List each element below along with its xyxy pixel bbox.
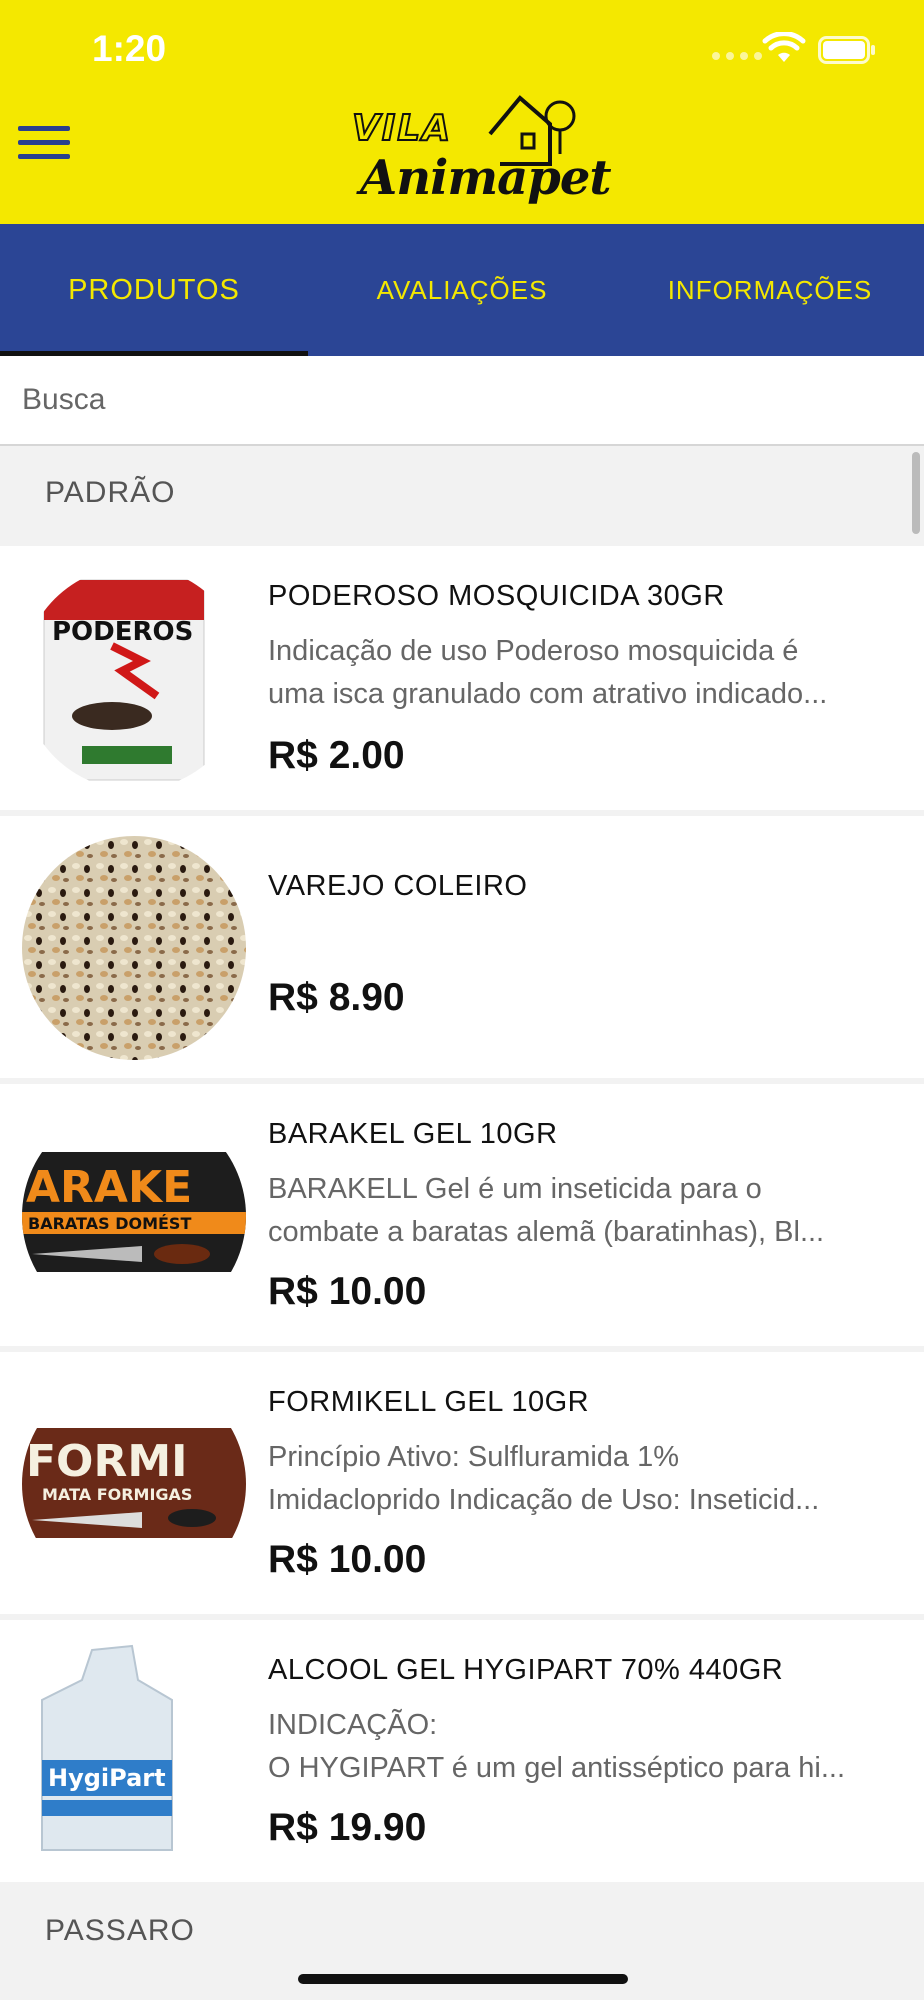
product-title: VAREJO COLEIRO [268, 870, 528, 902]
product-title: ALCOOL GEL HYGIPART 70% 440GR [268, 1654, 784, 1686]
signal-icon [712, 52, 762, 60]
section-title: PASSARO [45, 1914, 195, 1947]
battery-icon [818, 36, 875, 64]
home-indicator[interactable] [298, 1974, 628, 1984]
menu-icon[interactable] [18, 126, 70, 166]
svg-text:PODEROS: PODEROS [52, 617, 193, 647]
wifi-icon [762, 32, 806, 62]
bird-seed-icon [22, 836, 246, 1060]
product-price: R$ 19.90 [268, 1806, 427, 1849]
search-bar [0, 356, 924, 447]
product-price: R$ 10.00 [268, 1270, 427, 1313]
product-price: R$ 2.00 [268, 734, 405, 777]
status-bar: 1:20 [0, 0, 924, 100]
product-description: INDICAÇÃO: O HYGIPART é um gel antissépt… [268, 1709, 846, 1784]
svg-text:MATA FORMIGAS: MATA FORMIGAS [42, 1485, 192, 1504]
logo-line1: VILA [351, 107, 453, 150]
product-item[interactable]: HygiPart ALCOOL GEL HYGIPART 70% 440GR I… [0, 1620, 924, 1882]
product-description: BARAKELL Gel é um inseticida para o comb… [268, 1173, 825, 1248]
product-item[interactable]: PODEROS PODEROSO MOSQUICIDA 30GR Indicaç… [0, 546, 924, 810]
section-header-padrao: PADRÃO [0, 446, 924, 544]
svg-text:HygiPart: HygiPart [48, 1764, 166, 1792]
product-item[interactable]: ARAKE BARATAS DOMÉST BARAKEL GEL 10GR BA… [0, 1084, 924, 1346]
product-item[interactable]: FORMI MATA FORMIGAS FORMIKELL GEL 10GR P… [0, 1352, 924, 1614]
status-time: 1:20 [92, 28, 167, 69]
alcohol-gel-bottle-icon: HygiPart [22, 1640, 246, 1864]
search-input[interactable] [0, 356, 902, 444]
seed-pattern [22, 836, 246, 1060]
product-description: Indicação de uso Poderoso mosquicida é u… [268, 635, 828, 710]
svg-text:ARAKE: ARAKE [26, 1162, 192, 1213]
insecticide-box-icon: PODEROS [22, 566, 246, 790]
tab-informacoes[interactable]: INFORMAÇÕES [616, 224, 924, 356]
product-title: PODEROSO MOSQUICIDA 30GR [268, 580, 725, 612]
ant-gel-icon: FORMI MATA FORMIGAS [22, 1372, 246, 1596]
product-description: Princípio Ativo: Sulfluramida 1% Imidacl… [268, 1441, 820, 1516]
logo-line2: Animapet [360, 150, 612, 206]
tab-avaliacoes[interactable]: AVALIAÇÕES [308, 224, 616, 356]
tab-bar: PRODUTOS AVALIAÇÕES INFORMAÇÕES [0, 224, 924, 356]
product-item[interactable]: VAREJO COLEIRO R$ 8.90 [0, 816, 924, 1078]
cockroach-gel-icon: ARAKE BARATAS DOMÉST [22, 1104, 246, 1328]
svg-text:FORMI: FORMI [26, 1436, 188, 1487]
product-price: R$ 10.00 [268, 1538, 427, 1581]
app-header: VILA Animapet [0, 95, 924, 224]
svg-text:BARATAS DOMÉST: BARATAS DOMÉST [28, 1214, 191, 1233]
product-price: R$ 8.90 [268, 976, 405, 1019]
scrollbar[interactable] [912, 452, 920, 534]
section-title: PADRÃO [45, 476, 176, 509]
product-title: BARAKEL GEL 10GR [268, 1118, 558, 1150]
product-title: FORMIKELL GEL 10GR [268, 1386, 590, 1418]
tab-produtos[interactable]: PRODUTOS [0, 224, 308, 356]
